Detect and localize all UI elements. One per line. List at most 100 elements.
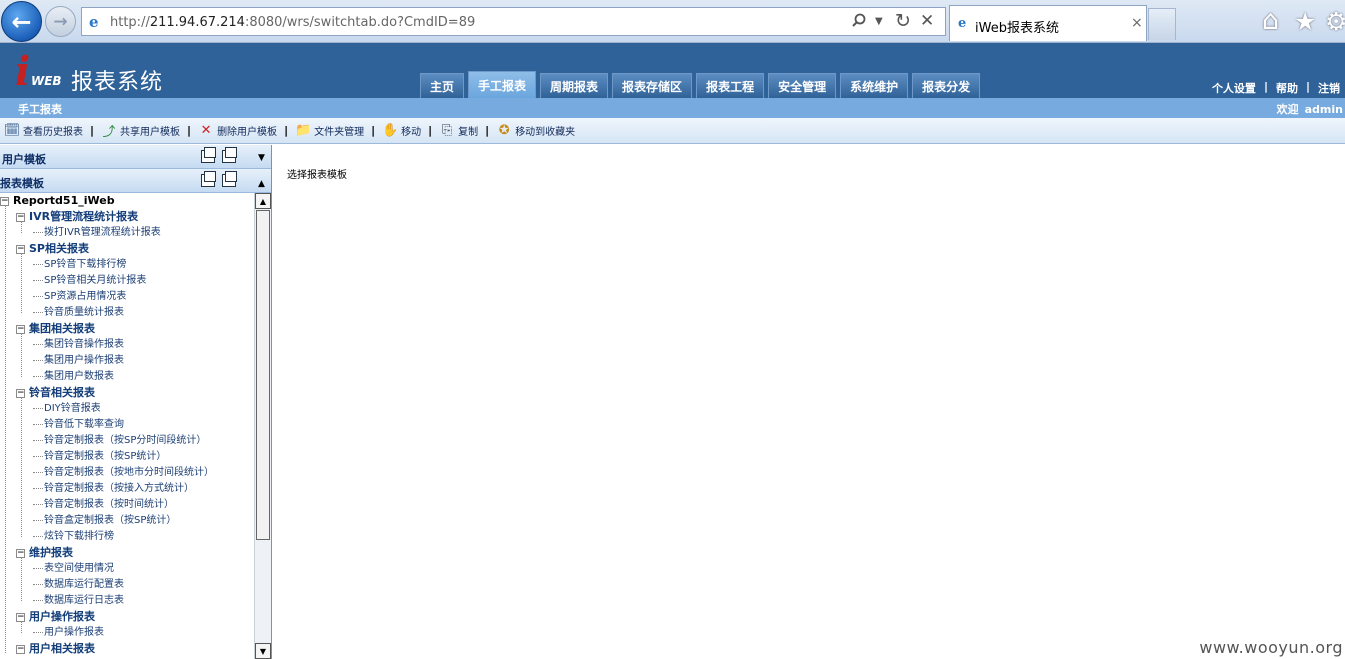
maximize-window-icon[interactable] [222, 171, 237, 187]
tree-item[interactable]: 铃音盒定制报表（按SP统计） [33, 513, 176, 529]
tree-item[interactable]: 用户操作报表 [33, 625, 104, 641]
settings-gear-icon[interactable]: ⚙ [1325, 7, 1345, 36]
toolbar-item-2[interactable]: ✕ 删除用户模板 [198, 123, 277, 139]
nav-tab-0[interactable]: 主页 [420, 73, 465, 98]
toolbar-item-1[interactable]: ⤴ 共享用户模板 [101, 123, 181, 140]
tree-item[interactable]: 拨打IVR管理流程统计报表 [33, 225, 161, 241]
tree-group[interactable]: − IVR管理流程统计报表 [16, 209, 138, 225]
tree-item[interactable]: 铃音定制报表（按地市分时间段统计） [33, 465, 214, 481]
tree-item-label: 铃音定制报表（按地市分时间段统计） [44, 467, 214, 478]
tree-item[interactable]: 铃音低下载率查询 [33, 417, 124, 433]
nav-tab-6[interactable]: 系统维护 [840, 73, 909, 98]
toolbar-separator: | [187, 124, 192, 137]
tree-item[interactable]: 数据库运行配置表 [33, 577, 124, 593]
tree-item[interactable]: 集团用户数报表 [33, 369, 114, 385]
back-button[interactable]: ← [1, 1, 42, 42]
collapse-box-icon[interactable]: − [16, 644, 25, 654]
tree-item[interactable]: SP铃音相关月统计报表 [33, 273, 146, 289]
expand-arrow-icon[interactable]: ▲ [258, 179, 265, 189]
scroll-thumb[interactable] [256, 210, 270, 540]
user-link-4[interactable]: 注销 [1318, 80, 1340, 96]
nav-tab-1[interactable]: 手工报表 [468, 71, 537, 98]
home-icon[interactable]: ⌂ [1262, 5, 1279, 36]
toolbar-item-4[interactable]: ✋ 移动 [382, 123, 421, 139]
toolbar-separator: | [371, 124, 376, 137]
refresh-icon[interactable]: ↻ [895, 10, 911, 32]
tree-group-label: 用户操作报表 [29, 610, 95, 623]
tree-root[interactable]: − Reportd51_iWeb [0, 193, 115, 209]
toolbar-separator: | [485, 124, 490, 137]
user-templates-title: 用户模板 [2, 153, 46, 166]
toolbar-item-label: 移动到收藏夹 [515, 127, 576, 138]
search-icon[interactable] [852, 12, 866, 31]
user-templates-header[interactable]: 用户模板 ▼ [0, 145, 271, 169]
nav-tab-5[interactable]: 安全管理 [768, 73, 837, 98]
tree-group[interactable]: − 用户相关报表 [16, 641, 95, 657]
favorites-star-icon[interactable]: ★ [1294, 7, 1316, 36]
folder-icon: 📁 [295, 123, 312, 138]
browser-tab[interactable]: e iWeb报表系统 × [949, 5, 1147, 41]
tree-item[interactable]: 铃音定制报表（按SP统计） [33, 449, 166, 465]
collapse-arrow-icon[interactable]: ▼ [258, 153, 265, 163]
toolbar-item-label: 共享用户模板 [120, 127, 181, 138]
toolbar-item-3[interactable]: 📁 文件夹管理 [295, 123, 364, 139]
tree-group[interactable]: − 维护报表 [16, 545, 73, 561]
tab-page-icon: e [958, 16, 967, 31]
tree-item[interactable]: 铃音定制报表（按时间统计） [33, 497, 174, 513]
tree-connector [21, 557, 22, 601]
scroll-down-icon[interactable]: ▼ [255, 643, 271, 659]
stop-icon[interactable]: ✕ [920, 11, 934, 31]
nav-tab-4[interactable]: 报表工程 [696, 73, 765, 98]
username: admin [1304, 103, 1343, 116]
user-link-2[interactable]: 帮助 [1276, 80, 1298, 96]
tree-group[interactable]: − 用户操作报表 [16, 609, 95, 625]
tree-item[interactable]: 集团用户操作报表 [33, 353, 124, 369]
tree-item[interactable]: 集团铃音操作报表 [33, 337, 124, 353]
tree-item[interactable]: 铃音定制报表（按接入方式统计） [33, 481, 194, 497]
user-link-0[interactable]: 个人设置 [1212, 80, 1256, 96]
restore-window-icon[interactable] [201, 171, 216, 187]
tree-group-label: 用户相关报表 [29, 642, 95, 655]
toolbar-item-label: 文件夹管理 [314, 127, 365, 138]
dropdown-icon[interactable]: ▼ [875, 16, 883, 27]
delete-icon: ✕ [200, 123, 212, 138]
tree-item[interactable]: SP资源占用情况表 [33, 289, 126, 305]
tree-item-label: 数据库运行配置表 [44, 579, 124, 590]
restore-window-icon[interactable] [201, 147, 216, 163]
tree-item[interactable]: DIY铃音报表 [33, 401, 101, 417]
share-icon: ⤴ [102, 125, 116, 140]
tree-group[interactable]: − SP相关报表 [16, 241, 89, 257]
report-templates-header[interactable]: 报表模板 ▲ [0, 169, 271, 193]
tree-item-label: 集团铃音操作报表 [44, 339, 124, 350]
toolbar-item-label: 复制 [458, 127, 479, 138]
move-icon: ✋ [382, 123, 399, 138]
toolbar-item-5[interactable]: ⎘ 复制 [439, 123, 478, 139]
maximize-window-icon[interactable] [222, 147, 237, 163]
toolbar-item-6[interactable]: ✪ 移动到收藏夹 [496, 123, 575, 139]
tree-item[interactable]: 铃音定制报表（按SP分时间段统计） [33, 433, 206, 449]
address-bar[interactable]: e http://211.94.67.214:8080/wrs/switchta… [81, 7, 946, 36]
tab-close-icon[interactable]: × [1131, 15, 1143, 31]
tree-connector [21, 333, 22, 377]
tree-group-label: 维护报表 [29, 546, 73, 559]
nav-tab-2[interactable]: 周期报表 [540, 73, 609, 98]
tree-item-label: 集团用户数报表 [44, 371, 114, 382]
tree-item[interactable]: SP铃音下载排行榜 [33, 257, 126, 273]
watermark: www.wooyun.org [1199, 638, 1343, 657]
tree-group[interactable]: − 集团相关报表 [16, 321, 95, 337]
forward-button[interactable]: → [45, 6, 76, 37]
new-tab-button[interactable] [1148, 8, 1176, 40]
nav-tab-7[interactable]: 报表分发 [912, 73, 981, 98]
tree-item[interactable]: 表空间使用情况 [33, 561, 114, 577]
tree-item[interactable]: 数据库运行日志表 [33, 593, 124, 609]
toolbar-item-0[interactable]: 🗓 查看历史报表 [4, 123, 83, 139]
tree-group[interactable]: − 铃音相关报表 [16, 385, 95, 401]
url-text[interactable]: http://211.94.67.214:8080/wrs/switchtab.… [110, 15, 475, 30]
tree-group-label: IVR管理流程统计报表 [29, 210, 139, 223]
tree-item[interactable]: 炫铃下载排行榜 [33, 529, 114, 545]
tree-scrollbar[interactable]: ▲ ▼ [254, 193, 271, 659]
scroll-up-icon[interactable]: ▲ [255, 193, 271, 209]
tree-item[interactable]: 铃音质量统计报表 [33, 305, 124, 321]
toolbar-item-label: 移动 [401, 127, 422, 138]
nav-tab-3[interactable]: 报表存储区 [612, 73, 693, 98]
